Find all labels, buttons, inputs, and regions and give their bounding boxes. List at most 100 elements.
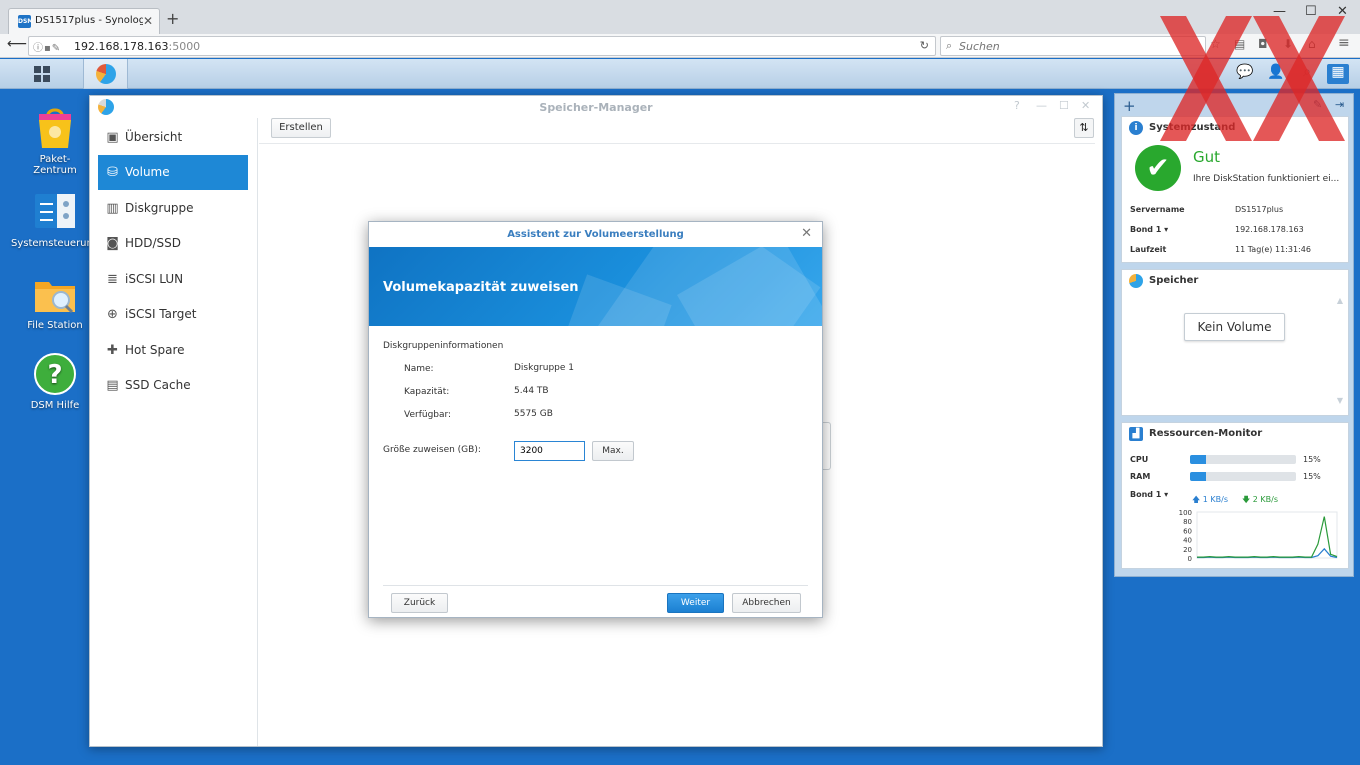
widget-title: Speicher bbox=[1149, 275, 1199, 286]
minimize-icon[interactable]: — bbox=[1036, 99, 1047, 112]
browser-tab-title: DS1517plus - Synology Disk bbox=[35, 15, 143, 26]
system-status-widget: i Systemzustand ✔ Gut Ihre DiskStation f… bbox=[1121, 116, 1349, 263]
sidebar-item-overview[interactable]: ▣ Übersicht bbox=[98, 120, 248, 155]
sidebar-item-iscsi-lun[interactable]: ≣ iSCSI LUN bbox=[98, 262, 248, 297]
iscsi-lun-icon: ≣ bbox=[107, 272, 118, 287]
sidebar-item-label: Volume bbox=[125, 165, 170, 179]
new-tab-button[interactable]: + bbox=[166, 11, 179, 27]
window-title: Speicher-Manager bbox=[539, 101, 653, 114]
no-volume-button[interactable]: Kein Volume bbox=[1184, 313, 1285, 341]
download-icon[interactable]: ⬇ bbox=[1283, 37, 1293, 51]
sidebar-item-label: SSD Cache bbox=[125, 378, 191, 392]
desktop-icon-label: Systemsteuerung bbox=[11, 238, 100, 249]
user-icon[interactable]: 👤 bbox=[1265, 64, 1287, 84]
hamburger-menu-icon[interactable]: ≡ bbox=[1338, 35, 1350, 51]
storage-widget: Speicher ▲ Kein Volume ▼ bbox=[1121, 269, 1349, 416]
sidebar: ▣ Übersicht ⛁ Volume ▥ Diskgruppe ◙ HDD/… bbox=[90, 118, 258, 746]
reload-icon[interactable]: ↻ bbox=[920, 39, 929, 52]
close-icon[interactable]: ✕ bbox=[1081, 99, 1090, 112]
taskbar-storage-manager[interactable] bbox=[84, 59, 128, 89]
create-button[interactable]: Erstellen bbox=[271, 118, 331, 138]
main-menu-button[interactable] bbox=[0, 59, 84, 89]
bond-dropdown[interactable]: Bond 1 ▾ bbox=[1130, 225, 1168, 234]
desktop-icon-file-station[interactable]: File Station bbox=[11, 272, 99, 331]
cpu-usage-fill bbox=[1190, 455, 1206, 464]
site-info-icon[interactable]: ⓘ▪✎ bbox=[33, 39, 61, 54]
browser-tab[interactable]: DSM DS1517plus - Synology Disk ✕ bbox=[8, 8, 160, 34]
widget-header: ▟ Ressourcen-Monitor bbox=[1122, 423, 1348, 445]
cancel-button[interactable]: Abbrechen bbox=[732, 593, 801, 613]
size-input[interactable] bbox=[514, 441, 585, 461]
overview-icon: ▣ bbox=[106, 130, 119, 145]
desktop-icon-label: Paket- Zentrum bbox=[33, 154, 77, 176]
bookmark-star-icon[interactable]: ☆ bbox=[1210, 37, 1221, 51]
scroll-down-icon[interactable]: ▼ bbox=[1337, 396, 1343, 405]
sidebar-item-label: Diskgruppe bbox=[125, 201, 194, 215]
browser-search-box[interactable]: ⌕ bbox=[940, 36, 1206, 56]
resource-monitor-icon: ▟ bbox=[1129, 427, 1143, 441]
close-icon[interactable]: ✕ bbox=[801, 226, 812, 241]
info-value-capacity: 5.44 TB bbox=[514, 386, 549, 396]
svg-text:?: ? bbox=[47, 360, 62, 390]
notifications-icon[interactable]: 💬 bbox=[1234, 64, 1256, 84]
sidebar-item-label: iSCSI LUN bbox=[125, 272, 184, 286]
scroll-up-icon[interactable]: ▲ bbox=[1337, 296, 1343, 305]
search-icon[interactable]: ⌕ bbox=[1296, 64, 1318, 84]
sidebar-item-volume[interactable]: ⛁ Volume bbox=[98, 155, 248, 190]
back-button[interactable]: Zurück bbox=[391, 593, 448, 613]
max-button[interactable]: Max. bbox=[592, 441, 634, 461]
sidebar-item-hdd-ssd[interactable]: ◙ HDD/SSD bbox=[98, 226, 248, 261]
status-description: Ihre DiskStation funktioniert ei... bbox=[1193, 174, 1340, 184]
tab-close-icon[interactable]: ✕ bbox=[143, 14, 153, 28]
search-icon: ⌕ bbox=[946, 39, 953, 52]
upload-arrow-icon: 🡅 bbox=[1192, 495, 1201, 504]
info-value-name: Diskgruppe 1 bbox=[514, 363, 574, 373]
graph-y-tick: 80 bbox=[1183, 518, 1192, 526]
url-bar[interactable]: ⓘ▪✎ 192.168.178.163:5000 ↻ bbox=[28, 36, 936, 56]
widgets-toggle-icon[interactable]: ▦ bbox=[1327, 64, 1349, 84]
widget-title: Ressourcen-Monitor bbox=[1149, 428, 1263, 439]
info-key-name: Name: bbox=[404, 364, 434, 374]
bond-dropdown[interactable]: Bond 1 ▾ bbox=[1130, 490, 1168, 499]
volume-wizard-dialog: Assistent zur Volumeerstellung ✕ Volumek… bbox=[368, 221, 823, 618]
sidebar-item-diskgroup[interactable]: ▥ Diskgruppe bbox=[98, 191, 248, 226]
desktop-icon-package-center[interactable]: Paket- Zentrum bbox=[11, 106, 99, 176]
wizard-banner: Volumekapazität zuweisen bbox=[369, 247, 822, 326]
back-arrow-icon[interactable]: ⟵ bbox=[7, 36, 27, 52]
desktop-icon-dsm-help[interactable]: ? DSM Hilfe bbox=[11, 352, 99, 411]
maximize-window-icon[interactable]: ☐ bbox=[1305, 4, 1317, 19]
browser-search-input[interactable] bbox=[959, 39, 1199, 53]
download-series-line bbox=[1197, 547, 1338, 559]
section-heading: Diskgruppeninformationen bbox=[383, 341, 504, 351]
home-icon[interactable]: ⌂ bbox=[1308, 37, 1316, 51]
sidebar-item-label: iSCSI Target bbox=[125, 307, 197, 321]
help-icon[interactable]: ? bbox=[1014, 99, 1020, 112]
next-button[interactable]: Weiter bbox=[667, 593, 724, 613]
widget-header: Speicher bbox=[1122, 270, 1348, 292]
library-icon[interactable]: ▤ bbox=[1234, 37, 1245, 51]
widget-title: Systemzustand bbox=[1149, 122, 1236, 133]
add-widget-icon[interactable]: + bbox=[1123, 97, 1136, 115]
diskgroup-icon: ▥ bbox=[106, 201, 119, 216]
sidebar-item-label: HDD/SSD bbox=[125, 236, 182, 250]
pin-icon[interactable]: ✎ bbox=[1313, 98, 1322, 111]
graph-y-tick: 100 bbox=[1179, 509, 1192, 517]
minimize-window-icon[interactable]: — bbox=[1273, 4, 1286, 19]
ram-usage-bar bbox=[1190, 472, 1296, 481]
browser-nav-bar: ⟵ ⓘ▪✎ 192.168.178.163:5000 ↻ ⌕ ☆ ▤ ◘ ⬇ ⌂… bbox=[0, 34, 1360, 58]
window-title-bar[interactable]: Speicher-Manager ? — ☐ ✕ bbox=[90, 96, 1102, 118]
pocket-icon[interactable]: ◘ bbox=[1258, 37, 1268, 51]
sidebar-item-hot-spare[interactable]: ✚ Hot Spare bbox=[98, 333, 248, 368]
sidebar-item-iscsi-target[interactable]: ⊕ iSCSI Target bbox=[98, 297, 248, 332]
cpu-label: CPU bbox=[1130, 455, 1149, 464]
info-key-capacity: Kapazität: bbox=[404, 387, 450, 397]
collapse-panel-icon[interactable]: ⇥ bbox=[1335, 98, 1344, 111]
status-text: Gut bbox=[1193, 148, 1221, 166]
maximize-icon[interactable]: ☐ bbox=[1059, 99, 1069, 112]
sidebar-item-ssd-cache[interactable]: ▤ SSD Cache bbox=[98, 368, 248, 403]
close-window-icon[interactable]: ✕ bbox=[1337, 4, 1348, 19]
storage-manager-icon bbox=[95, 64, 116, 84]
desktop-icon-control-panel[interactable]: Systemsteuerung bbox=[11, 190, 99, 249]
sort-icon[interactable]: ⇅ bbox=[1074, 118, 1094, 138]
info-value: 192.168.178.163 bbox=[1235, 225, 1304, 234]
